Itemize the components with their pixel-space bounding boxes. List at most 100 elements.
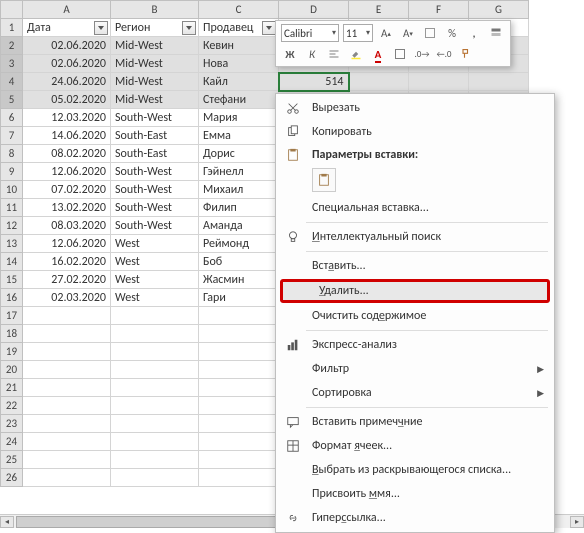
- cell-C20[interactable]: [199, 361, 279, 379]
- row-header[interactable]: 22: [1, 397, 23, 415]
- col-header-B[interactable]: B: [111, 1, 199, 19]
- cell-C15[interactable]: Жасмин: [199, 271, 279, 289]
- filter-dropdown-icon[interactable]: [262, 21, 276, 35]
- cell-B24[interactable]: [111, 433, 199, 451]
- increase-decimal-icon[interactable]: .0→: [413, 45, 431, 63]
- row-header[interactable]: 12: [1, 217, 23, 235]
- cell-A22[interactable]: [23, 397, 111, 415]
- ctx-hyperlink[interactable]: Гиперссылка...: [276, 506, 554, 530]
- cell-B6[interactable]: South-West: [111, 109, 199, 127]
- ctx-define-name[interactable]: Присвоить ммя...: [276, 482, 554, 506]
- paste-default-button[interactable]: [312, 168, 336, 192]
- cell-A21[interactable]: [23, 379, 111, 397]
- row-header[interactable]: 6: [1, 109, 23, 127]
- scroll-thumb[interactable]: [16, 516, 296, 528]
- cell-C14[interactable]: Боб: [199, 253, 279, 271]
- col-header-D[interactable]: D: [279, 1, 349, 19]
- row-header[interactable]: 7: [1, 127, 23, 145]
- row-header[interactable]: 17: [1, 307, 23, 325]
- cell-A15[interactable]: 27.02.2020: [23, 271, 111, 289]
- italic-icon[interactable]: К: [303, 45, 321, 63]
- cell-A9[interactable]: 12.06.2020: [23, 163, 111, 181]
- percent-icon[interactable]: %: [443, 24, 461, 42]
- cell-C8[interactable]: Дорис: [199, 145, 279, 163]
- ctx-cut[interactable]: Вырезать: [276, 96, 554, 120]
- cell-C7[interactable]: Емма: [199, 127, 279, 145]
- ctx-insert-comment[interactable]: Вставить примеччние: [276, 410, 554, 434]
- cell-A11[interactable]: 13.02.2020: [23, 199, 111, 217]
- cell-B17[interactable]: [111, 307, 199, 325]
- cell-A14[interactable]: 16.02.2020: [23, 253, 111, 271]
- cell-B3[interactable]: Mid-West: [111, 55, 199, 73]
- cell-A23[interactable]: [23, 415, 111, 433]
- row-header[interactable]: 2: [1, 37, 23, 55]
- cell-C13[interactable]: Реймонд: [199, 235, 279, 253]
- scroll-left-button[interactable]: ◂: [0, 516, 14, 528]
- cell-A19[interactable]: [23, 343, 111, 361]
- filter-dropdown-icon[interactable]: [94, 21, 108, 35]
- cell-B21[interactable]: [111, 379, 199, 397]
- cell-F4[interactable]: [409, 73, 469, 91]
- col-header-F[interactable]: F: [409, 1, 469, 19]
- font-size-select[interactable]: 11▾: [343, 24, 373, 42]
- cell-A2[interactable]: 02.06.2020: [23, 37, 111, 55]
- cell-A3[interactable]: 02.06.2020: [23, 55, 111, 73]
- cell-B26[interactable]: [111, 469, 199, 487]
- cell-E4[interactable]: [349, 73, 409, 91]
- cell-B23[interactable]: [111, 415, 199, 433]
- cell-B9[interactable]: South-West: [111, 163, 199, 181]
- bold-icon[interactable]: Ж: [281, 45, 299, 63]
- row-header[interactable]: 21: [1, 379, 23, 397]
- row-header[interactable]: 26: [1, 469, 23, 487]
- cell-C11[interactable]: Филип: [199, 199, 279, 217]
- cell-C9[interactable]: Гэйнелл: [199, 163, 279, 181]
- cell-A5[interactable]: 05.02.2020: [23, 91, 111, 109]
- row-header[interactable]: 11: [1, 199, 23, 217]
- cell-B16[interactable]: West: [111, 289, 199, 307]
- cell-C4[interactable]: Кайл: [199, 73, 279, 91]
- cell-C3[interactable]: Нова: [199, 55, 279, 73]
- cell-A7[interactable]: 14.06.2020: [23, 127, 111, 145]
- cell-C1[interactable]: Продавец: [199, 19, 279, 37]
- font-color-icon[interactable]: A: [369, 45, 387, 63]
- row-header[interactable]: 13: [1, 235, 23, 253]
- cell-C16[interactable]: Гари: [199, 289, 279, 307]
- comma-icon[interactable]: ,: [465, 24, 483, 42]
- cell-C17[interactable]: [199, 307, 279, 325]
- ctx-format-cells[interactable]: Формат ячеек...: [276, 434, 554, 458]
- cell-A13[interactable]: 12.06.2020: [23, 235, 111, 253]
- ctx-quick-analysis[interactable]: Экспресс-анализ: [276, 333, 554, 357]
- cell-C23[interactable]: [199, 415, 279, 433]
- row-header[interactable]: 19: [1, 343, 23, 361]
- cell-B10[interactable]: South-West: [111, 181, 199, 199]
- cell-B8[interactable]: South-East: [111, 145, 199, 163]
- cell-B18[interactable]: [111, 325, 199, 343]
- cell-B7[interactable]: South-East: [111, 127, 199, 145]
- row-header[interactable]: 16: [1, 289, 23, 307]
- scroll-right-button[interactable]: ▸: [570, 516, 584, 528]
- row-header[interactable]: 3: [1, 55, 23, 73]
- row-header[interactable]: 5: [1, 91, 23, 109]
- fill-color-icon[interactable]: [347, 45, 365, 63]
- ctx-clear-contents[interactable]: Очистить содержимое: [276, 304, 554, 328]
- decrease-decimal-icon[interactable]: ←.0: [435, 45, 453, 63]
- row-header[interactable]: 1: [1, 19, 23, 37]
- row-header[interactable]: 23: [1, 415, 23, 433]
- cell-C18[interactable]: [199, 325, 279, 343]
- filter-dropdown-icon[interactable]: [182, 21, 196, 35]
- row-header[interactable]: 9: [1, 163, 23, 181]
- cell-C24[interactable]: [199, 433, 279, 451]
- row-header[interactable]: 14: [1, 253, 23, 271]
- cell-C21[interactable]: [199, 379, 279, 397]
- font-select[interactable]: Calibri▾: [281, 24, 339, 42]
- cell-C6[interactable]: Мария: [199, 109, 279, 127]
- row-header[interactable]: 24: [1, 433, 23, 451]
- row-header[interactable]: 25: [1, 451, 23, 469]
- cell-B20[interactable]: [111, 361, 199, 379]
- cell-A1[interactable]: Дата: [23, 19, 111, 37]
- ctx-insert[interactable]: Вставить...: [276, 254, 554, 278]
- col-header-G[interactable]: G: [469, 1, 529, 19]
- cell-A17[interactable]: [23, 307, 111, 325]
- cell-G4[interactable]: [469, 73, 529, 91]
- cell-A24[interactable]: [23, 433, 111, 451]
